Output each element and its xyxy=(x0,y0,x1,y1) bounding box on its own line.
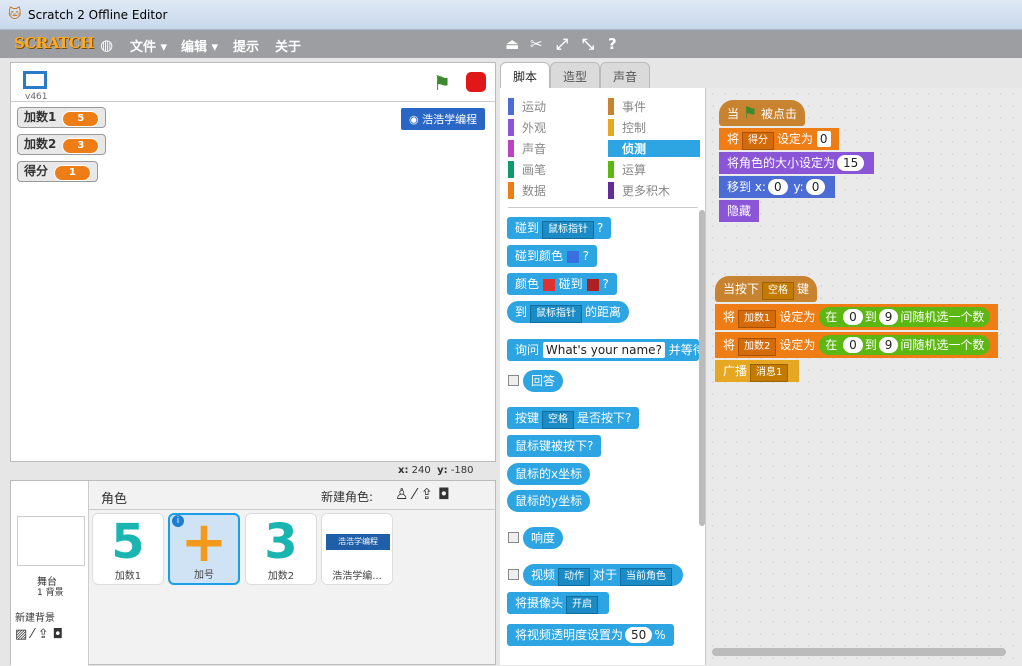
var-monitor-1: 加数1 5 xyxy=(17,107,107,128)
sprite-tools-icon[interactable]: ♙ ⁄ ⇪ ◘ xyxy=(395,485,450,503)
color-swatch[interactable] xyxy=(566,250,579,263)
menu-about[interactable]: 关于 xyxy=(275,36,301,55)
tab-sounds[interactable]: 声音 xyxy=(600,62,651,88)
category-control[interactable]: 控制 xyxy=(608,119,700,136)
category-column-right: 事件 控制 侦测 运算 更多积木 xyxy=(608,98,700,199)
block-touching-color[interactable]: 碰到颜色 ? xyxy=(507,245,598,267)
stage-thumbnail[interactable] xyxy=(17,516,85,566)
category-pen[interactable]: 画笔 xyxy=(508,161,604,178)
block-broadcast[interactable]: 广播 消息1 xyxy=(715,360,800,382)
block-when-flag[interactable]: 当 ⚑ 被点击 xyxy=(719,100,806,126)
backdrop-tools-icon[interactable]: ▨ ⁄ ⇪ ◘ xyxy=(15,627,63,642)
sprite-tile-2[interactable]: i + 加号 xyxy=(168,513,240,585)
block-mouse-y[interactable]: 鼠标的y坐标 xyxy=(507,490,591,512)
block-video[interactable]: 视频 动作 对于 当前角色 xyxy=(523,564,684,586)
color-swatch-b[interactable] xyxy=(586,278,599,291)
block-mouse-down[interactable]: 鼠标键被按下? xyxy=(507,435,602,457)
language-globe-icon[interactable]: ◍ xyxy=(100,36,113,54)
menu-edit[interactable]: 编辑 ▾ xyxy=(181,36,218,55)
tab-costumes[interactable]: 造型 xyxy=(550,62,601,88)
block-mouse-x[interactable]: 鼠标的x坐标 xyxy=(507,463,591,485)
stop-icon[interactable] xyxy=(466,72,486,92)
scratch-cat-icon: 🐱 xyxy=(8,7,22,22)
new-backdrop-label: 新建背景 xyxy=(15,613,55,624)
sprite-thumb-1: 5 xyxy=(111,514,145,570)
category-more-blocks[interactable]: 更多积木 xyxy=(608,182,700,199)
fullscreen-icon[interactable] xyxy=(23,71,47,89)
category-looks[interactable]: 外观 xyxy=(508,119,604,136)
wechat-button[interactable]: ◉ 浩浩学编程 xyxy=(401,108,486,130)
category-sound[interactable]: 声音 xyxy=(508,140,604,157)
category-data[interactable]: 数据 xyxy=(508,182,604,199)
sprites-title: 角色 xyxy=(101,492,128,507)
category-motion[interactable]: 运动 xyxy=(508,98,604,115)
scratch-logo[interactable]: SCRATCH xyxy=(14,34,94,52)
sprite-tile-3[interactable]: 3 加数2 xyxy=(245,513,317,585)
block-when-key[interactable]: 当按下 空格键 xyxy=(715,276,818,302)
video-checkbox[interactable] xyxy=(508,569,519,580)
duplicate-stamp-icon[interactable]: ⏏ xyxy=(505,35,519,53)
new-sprite-label: 新建角色: xyxy=(321,490,374,504)
block-color-touching[interactable]: 颜色 碰到 ? xyxy=(507,273,617,295)
category-sensing[interactable]: 侦测 xyxy=(608,140,700,157)
script-hscrollbar[interactable] xyxy=(712,648,1006,656)
block-set-addend1[interactable]: 将加数1 设定为 在 0 到 9 间随机选一个数 xyxy=(715,304,999,330)
block-hide[interactable]: 隐藏 xyxy=(719,200,760,222)
category-operators[interactable]: 运算 xyxy=(608,161,700,178)
sprite-thumb-4: 浩浩学编程 xyxy=(326,534,390,550)
block-key-pressed[interactable]: 按键 空格 是否按下? xyxy=(507,407,640,429)
stage-panel: v461 ⚑ 加数1 5 加数2 3 得分 1 ◉ 浩浩学编程 xyxy=(10,62,496,462)
loudness-checkbox[interactable] xyxy=(508,532,519,543)
menu-tips[interactable]: 提示 xyxy=(233,36,259,55)
block-loudness[interactable]: 响度 xyxy=(523,527,564,549)
answer-checkbox[interactable] xyxy=(508,375,519,386)
window-title: Scratch 2 Offline Editor xyxy=(28,8,168,22)
backdrop-count: 1 背景 xyxy=(37,588,64,598)
sprites-panel: 舞台 1 背景 新建背景 ▨ ⁄ ⇪ ◘ 角色 新建角色: ♙ ⁄ ⇪ ◘ 5 … xyxy=(10,480,496,666)
block-touching[interactable]: 碰到 鼠标指针? xyxy=(507,217,612,239)
wechat-icon: ◉ xyxy=(409,113,423,126)
menu-bar: SCRATCH ◍ 文件 ▾ 编辑 ▾ 提示 关于 ⏏ ✂ ⤢ ⤡ ? xyxy=(0,30,1022,58)
mouse-coords: x: 240 y: -180 xyxy=(398,465,474,476)
block-goto-xy[interactable]: 移到 x: 0 y: 0 xyxy=(719,176,836,198)
grow-icon[interactable]: ⤢ xyxy=(556,35,568,53)
palette-scrollbar[interactable] xyxy=(699,210,705,526)
delete-cut-icon[interactable]: ✂ xyxy=(530,35,543,53)
block-video-transparency[interactable]: 将视频透明度设置为 50% xyxy=(507,624,674,646)
block-answer[interactable]: 回答 xyxy=(523,370,564,392)
stage-canvas[interactable]: 加数1 5 加数2 3 得分 1 ◉ 浩浩学编程 xyxy=(11,101,495,461)
title-bar: 🐱 Scratch 2 Offline Editor xyxy=(0,0,1022,30)
tab-scripts[interactable]: 脚本 xyxy=(500,62,551,88)
info-icon[interactable]: i xyxy=(172,515,184,527)
block-camera[interactable]: 将摄像头 开启 xyxy=(507,592,610,614)
var-monitor-2: 加数2 3 xyxy=(17,134,107,155)
green-flag-icon[interactable]: ⚑ xyxy=(433,71,451,95)
category-events[interactable]: 事件 xyxy=(608,98,700,115)
sprite-thumb-3: 3 xyxy=(264,514,298,570)
category-column-left: 运动 外观 声音 画笔 数据 xyxy=(508,98,604,199)
menu-file[interactable]: 文件 ▾ xyxy=(130,36,167,55)
block-set-addend2[interactable]: 将加数2 设定为 在 0 到 9 间随机选一个数 xyxy=(715,332,999,358)
sprite-tile-1[interactable]: 5 加数1 xyxy=(92,513,164,585)
block-distance[interactable]: 到鼠标指针 的距离 xyxy=(507,301,630,323)
sprite-tile-4[interactable]: 浩浩学编程 浩浩学编... xyxy=(321,513,393,585)
color-swatch-a[interactable] xyxy=(542,278,555,291)
green-flag-icon: ⚑ xyxy=(742,103,758,122)
var-monitor-3: 得分 1 xyxy=(17,161,98,182)
block-set-size[interactable]: 将角色的大小设定为 15 xyxy=(719,152,875,174)
shrink-icon[interactable]: ⤡ xyxy=(582,35,594,53)
stage-thumb-panel: 舞台 1 背景 新建背景 ▨ ⁄ ⇪ ◘ xyxy=(11,481,89,666)
block-set-score[interactable]: 将得分 设定为 0 xyxy=(719,128,839,150)
block-ask[interactable]: 询问 What's your name? 并等待 xyxy=(507,339,699,361)
help-icon[interactable]: ? xyxy=(608,35,617,53)
